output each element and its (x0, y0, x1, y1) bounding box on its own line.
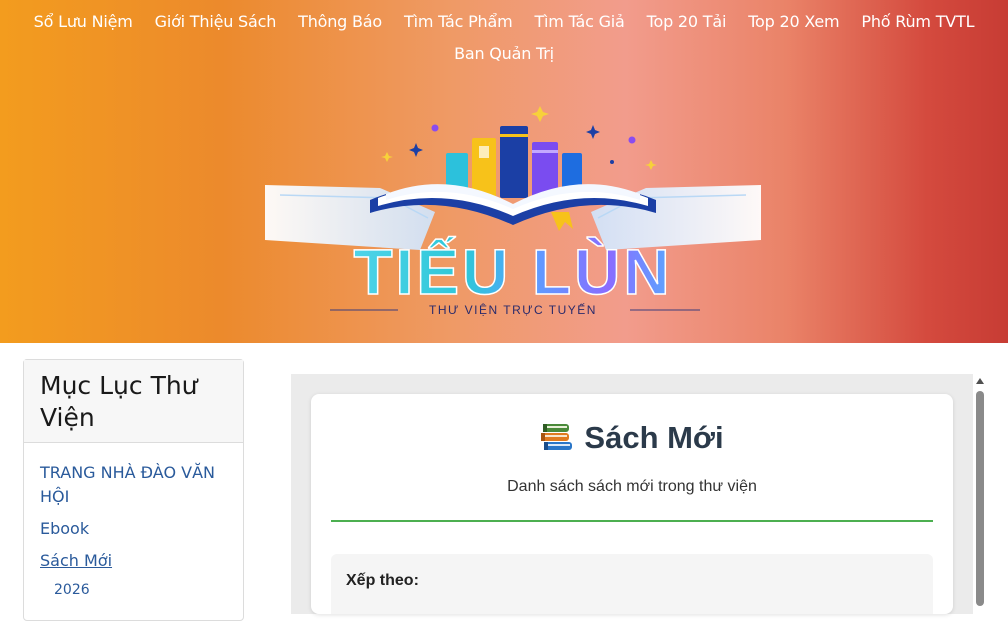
nav-gioi-thieu-sach[interactable]: Giới Thiệu Sách (155, 6, 277, 38)
books-icon (540, 422, 574, 464)
nav-ban-quan-tri[interactable]: Ban Quản Trị (454, 38, 554, 70)
sidebar-subitem-2026[interactable]: 2026 (40, 581, 227, 599)
sidebar-menu: TRANG NHÀ ĐÀO VĂN HỘI Ebook Sách Mới 202… (24, 443, 243, 599)
top-navigation: Sổ Lưu Niệm Giới Thiệu Sách Thông Báo Tìm T… (0, 6, 1008, 70)
nav-top-20-tai[interactable]: Top 20 Tải (647, 6, 727, 38)
site-logo[interactable]: TIẾU LÙN THƯ VIỆN TRỰC TUYẾN (260, 100, 766, 325)
scroll-up-arrow-icon[interactable] (976, 378, 984, 384)
page-subtitle: Danh sách sách mới trong thư viện (507, 478, 757, 495)
divider (331, 520, 933, 522)
sidebar: Mục Lục Thư Viện TRANG NHÀ ĐÀO VĂN HỘI E… (23, 359, 244, 621)
sidebar-item-sach-moi[interactable]: Sách Mới (40, 549, 227, 573)
nav-thong-bao[interactable]: Thông Báo (298, 6, 382, 38)
nav-tim-tac-gia[interactable]: Tìm Tác Giả (534, 6, 624, 38)
page-title-row: Sách Mới (311, 418, 953, 464)
nav-pho-rum-tvtl[interactable]: Phố Rùm TVTL (861, 6, 974, 38)
sidebar-title: Mục Lục Thư Viện (40, 371, 198, 432)
nav-top-20-xem[interactable]: Top 20 Xem (748, 6, 839, 38)
vertical-scrollbar[interactable] (973, 374, 987, 606)
sidebar-item-ebook[interactable]: Ebook (40, 517, 227, 541)
sort-panel: Xếp theo: (331, 554, 933, 614)
nav-so-luu-niem[interactable]: Sổ Lưu Niệm (34, 6, 133, 38)
nav-tim-tac-pham[interactable]: Tìm Tác Phẩm (404, 6, 513, 38)
page-title: Sách Mới (584, 420, 724, 455)
sidebar-header: Mục Lục Thư Viện (24, 360, 243, 443)
sidebar-item-trang-nha[interactable]: TRANG NHÀ ĐÀO VĂN HỘI (40, 461, 227, 509)
sort-label: Xếp theo: (346, 572, 419, 589)
logo-title: TIẾU LÙN (353, 236, 672, 308)
logo-tagline: THƯ VIỆN TRỰC TUYẾN (429, 302, 597, 317)
new-books-card: Sách Mới Danh sách sách mới trong thư vi… (311, 394, 953, 614)
site-header: Sổ Lưu Niệm Giới Thiệu Sách Thông Báo Tìm T… (0, 0, 1008, 343)
scroll-thumb[interactable] (976, 391, 984, 606)
